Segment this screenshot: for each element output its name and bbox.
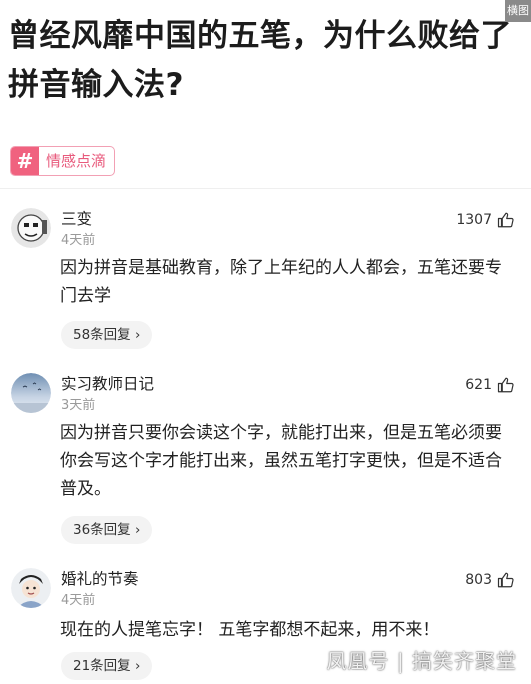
comment-author[interactable]: 婚礼的节奏 [61, 568, 139, 590]
thumbs-up-icon [497, 377, 514, 393]
comment-time: 3天前 [61, 398, 96, 413]
comment-time: 4天前 [61, 233, 96, 248]
comment-author[interactable]: 三变 [61, 208, 92, 230]
comment-author[interactable]: 实习教师日记 [61, 373, 154, 395]
thumbs-up-icon [497, 212, 514, 228]
topic-tag-label: 情感点滴 [46, 152, 107, 170]
article-title: 曾经风靡中国的五笔，为什么败给了拼音输入法? [8, 18, 512, 103]
avatar[interactable] [11, 373, 51, 413]
like-count: 1307 [456, 212, 492, 228]
topic-tag[interactable]: # 情感点滴 [10, 146, 116, 176]
like-button[interactable]: 621 [465, 375, 515, 395]
replies-button[interactable]: 36条回复 › [61, 516, 153, 544]
like-button[interactable]: 1307 [456, 210, 515, 230]
corner-tag: 横图 [505, 0, 531, 22]
comment-text: 因为拼音是基础教育，除了上年纪的人人都会，五笔还要专门去学 [60, 258, 502, 306]
avatar[interactable] [11, 208, 51, 248]
replies-button[interactable]: 58条回复 › [61, 321, 153, 349]
like-count: 621 [465, 377, 492, 393]
comment-text: 现在的人提笔忘字！ 五笔字都想不起来，用不来！ [60, 620, 440, 640]
divider [0, 188, 531, 189]
avatar[interactable] [11, 568, 51, 608]
like-button[interactable]: 803 [465, 570, 515, 590]
hashtag-icon: # [11, 147, 39, 175]
comment-text: 因为拼音只要你会读这个字，就能打出来，但是五笔必须要你会写这个字才能打出来，虽然… [60, 423, 502, 499]
replies-button[interactable]: 21条回复 › [61, 652, 153, 680]
comment-time: 4天前 [61, 593, 96, 608]
watermark: 凤凰号 | 搞笑齐聚堂 [326, 649, 517, 673]
thumbs-up-icon [497, 572, 514, 588]
like-count: 803 [465, 572, 492, 588]
